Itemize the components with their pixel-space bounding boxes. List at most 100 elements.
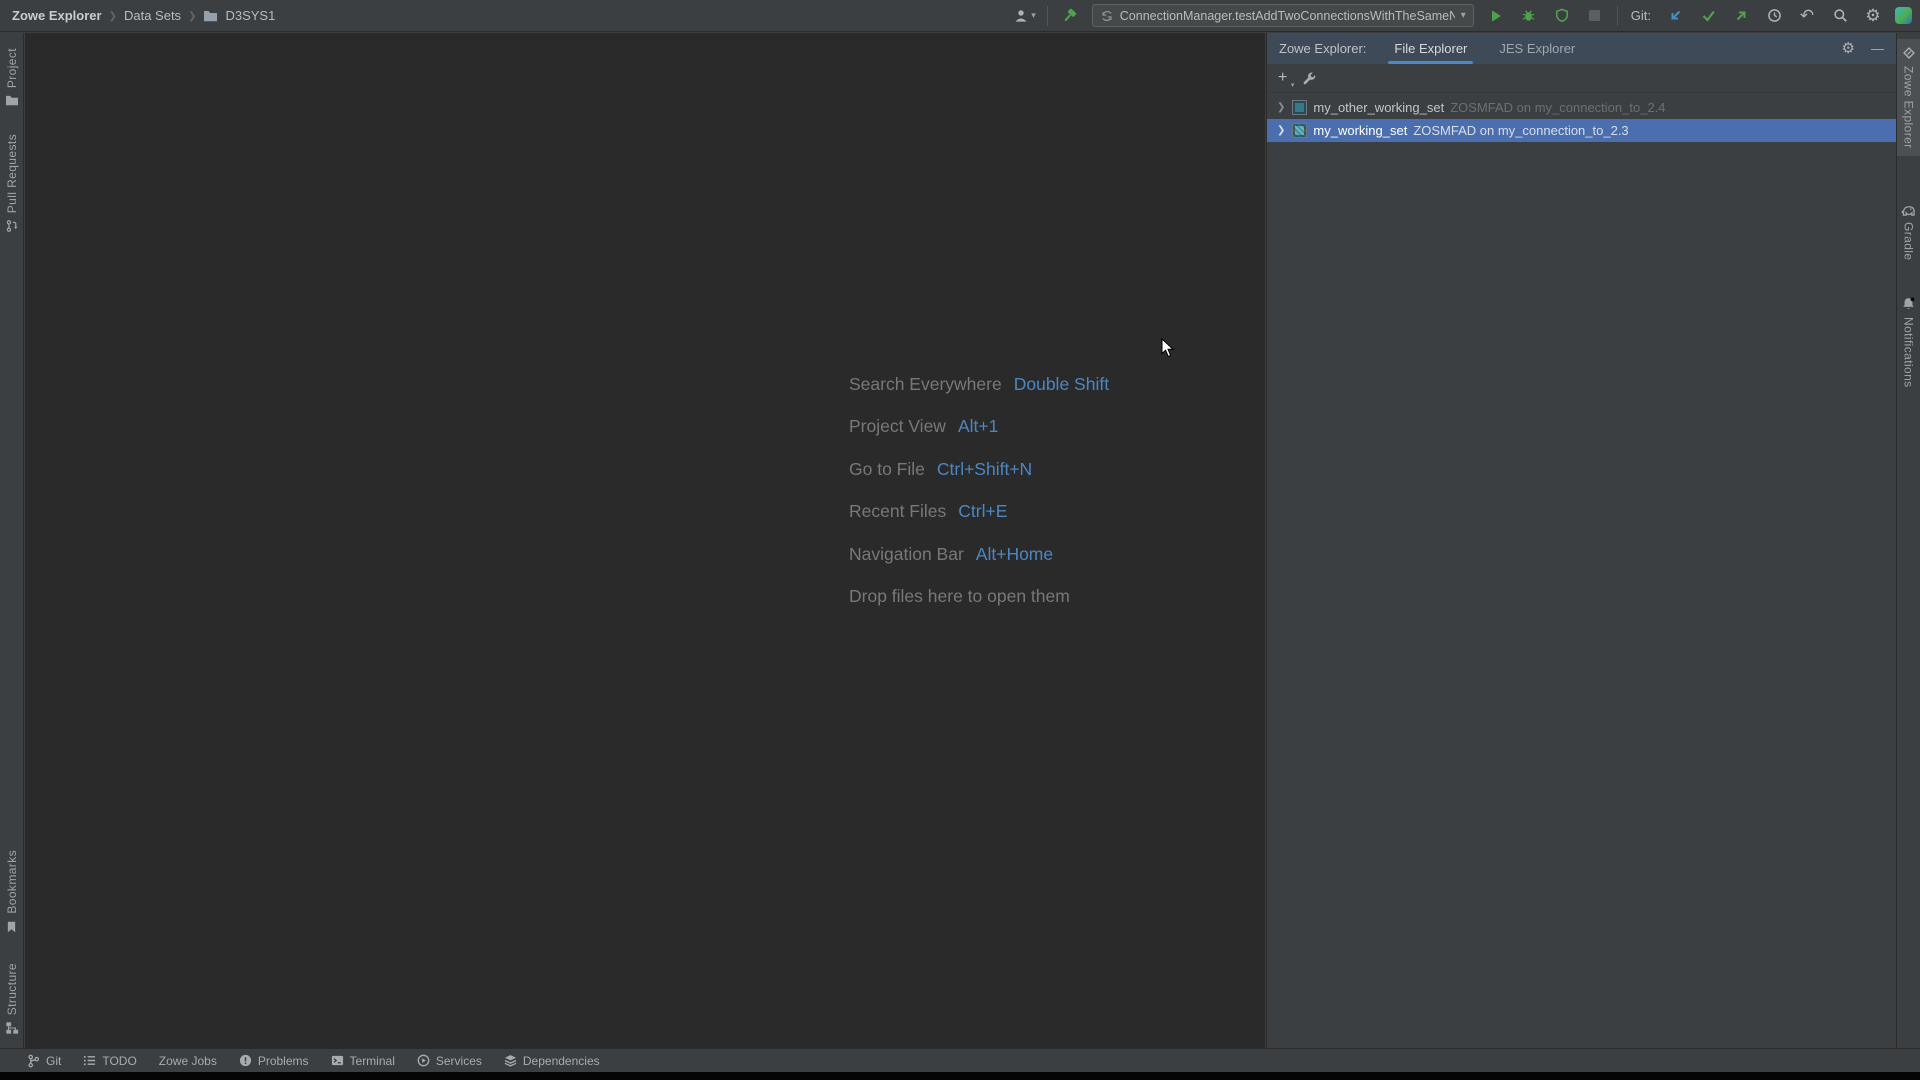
user-icon	[1015, 9, 1027, 22]
sidebar-item-notifications[interactable]: Notifications	[1897, 289, 1920, 395]
bell-icon	[1903, 297, 1915, 309]
expand-chevron-icon[interactable]: ❯	[1277, 102, 1285, 113]
search-everywhere-button[interactable]	[1829, 5, 1851, 27]
structure-icon	[5, 1022, 18, 1034]
tab-jes-explorer[interactable]: JES Explorer	[1497, 33, 1577, 64]
layers-icon	[504, 1055, 517, 1067]
sidebar-item-zowe-explorer[interactable]: Zowe Explorer	[1897, 39, 1920, 156]
git-commit-button[interactable]	[1697, 5, 1719, 27]
bug-icon	[1522, 10, 1535, 21]
edit-config-button[interactable]	[1302, 71, 1317, 86]
working-set-tree: ❯ my_other_working_set ZOSMFAD on my_con…	[1267, 93, 1896, 142]
run-configuration-select[interactable]: ConnectionManager.testAddTwoConnectionsW…	[1091, 4, 1474, 27]
stop-icon	[1589, 10, 1601, 21]
clock-icon	[1767, 9, 1781, 22]
statusbar-item-services[interactable]: Services	[417, 1054, 482, 1068]
zowe-explorer-panel: Zowe Explorer: File Explorer JES Explore…	[1266, 33, 1896, 1048]
add-button[interactable]: + ▾	[1278, 70, 1294, 90]
statusbar-item-zowe-jobs[interactable]: Zowe Jobs	[159, 1054, 217, 1068]
shortcut-keys: Alt+1	[957, 416, 999, 437]
shortcut-keys: Double Shift	[1013, 373, 1110, 394]
pull-request-icon	[6, 220, 17, 233]
check-icon	[1702, 10, 1715, 22]
panel-header: Zowe Explorer: File Explorer JES Explore…	[1267, 33, 1896, 64]
sidebar-item-structure[interactable]: Structure	[0, 956, 23, 1042]
arrow-down-left-icon	[1671, 10, 1680, 20]
services-icon	[417, 1054, 430, 1067]
settings-button[interactable]: ⚙	[1862, 5, 1884, 27]
status-bar: Git TODO Zowe Jobs Problems Terminal Ser…	[0, 1048, 1920, 1072]
run-config-icon	[1102, 10, 1112, 21]
toolbar-actions: ▾ ConnectionManager.testAddTwoConnection…	[1013, 4, 1920, 27]
main-toolbar: Zowe Explorer ❯ Data Sets ❯ D3SYS1 ▾ Con…	[0, 0, 1920, 32]
sidebar-item-bookmarks[interactable]: Bookmarks	[0, 843, 23, 941]
debug-button[interactable]	[1518, 5, 1540, 27]
toolbar-separator	[1616, 5, 1618, 26]
ide-window: Zowe Explorer ❯ Data Sets ❯ D3SYS1 ▾ Con…	[0, 0, 1920, 1080]
minimize-button[interactable]: —	[1871, 42, 1884, 55]
chevron-down-icon: ▾	[1290, 82, 1295, 89]
arrow-up-right-icon	[1736, 11, 1745, 21]
git-label: Git:	[1630, 8, 1651, 23]
chevron-right-icon: ❯	[188, 11, 197, 22]
keyboard-shortcuts-help: Search Everywhere Double Shift Project Vi…	[849, 363, 1109, 618]
breadcrumb-item[interactable]: D3SYS1	[225, 8, 275, 23]
shortcut-label: Recent Files	[849, 501, 947, 522]
git-branch-icon	[28, 1054, 40, 1067]
sidebar-item-gradle[interactable]: Gradle	[1897, 196, 1920, 267]
folder-icon	[5, 96, 18, 106]
statusbar-item-terminal[interactable]: Terminal	[331, 1054, 395, 1068]
expand-chevron-icon[interactable]: ❯	[1277, 125, 1285, 136]
statusbar-item-dependencies[interactable]: Dependencies	[504, 1054, 600, 1068]
sidebar-item-pull-requests[interactable]: Pull Requests	[0, 127, 23, 240]
search-icon	[1833, 9, 1847, 22]
shortcut-label: Navigation Bar	[849, 543, 964, 564]
git-push-button[interactable]	[1730, 5, 1752, 27]
wrench-icon	[1303, 72, 1316, 84]
rollback-button[interactable]: ↶	[1796, 5, 1818, 27]
todo-list-icon	[84, 1056, 96, 1066]
user-profile-button[interactable]: ▾	[1013, 8, 1036, 24]
coverage-shield-icon	[1555, 8, 1568, 23]
window-bottom-strip	[0, 1072, 1920, 1080]
panel-toolbar: + ▾	[1267, 64, 1896, 93]
drop-files-hint: Drop files here to open them	[849, 586, 1070, 607]
tree-row-selected[interactable]: ❯ my_working_set ZOSMFAD on my_connectio…	[1267, 119, 1896, 142]
problems-icon	[239, 1054, 251, 1067]
panel-settings-button[interactable]: ⚙	[1842, 41, 1855, 56]
breadcrumb-root[interactable]: Zowe Explorer	[12, 8, 102, 23]
history-button[interactable]	[1763, 5, 1785, 27]
bookmark-icon	[7, 921, 16, 932]
sidebar-item-project[interactable]: Project	[0, 41, 23, 113]
chevron-down-icon: ▾	[1460, 10, 1466, 21]
chevron-down-icon: ▾	[1031, 10, 1036, 20]
run-button[interactable]	[1485, 5, 1507, 27]
working-set-icon	[1292, 123, 1308, 138]
tab-file-explorer[interactable]: File Explorer	[1388, 33, 1474, 64]
statusbar-item-todo[interactable]: TODO	[83, 1054, 137, 1068]
stop-button	[1584, 5, 1606, 27]
statusbar-item-git[interactable]: Git	[27, 1054, 61, 1068]
shortcut-keys: Alt+Home	[975, 543, 1054, 564]
breadcrumb: Zowe Explorer ❯ Data Sets ❯ D3SYS1	[0, 8, 275, 23]
shortcut-keys: Ctrl+E	[958, 501, 1008, 522]
chevron-right-icon: ❯	[108, 11, 117, 22]
shortcut-label: Search Everywhere	[849, 373, 1002, 394]
terminal-icon	[331, 1055, 343, 1066]
hammer-icon	[1064, 8, 1077, 21]
tree-row[interactable]: ❯ my_other_working_set ZOSMFAD on my_con…	[1267, 96, 1896, 119]
statusbar-item-problems[interactable]: Problems	[239, 1054, 309, 1068]
code-with-me-icon[interactable]	[1895, 7, 1912, 24]
breadcrumb-section[interactable]: Data Sets	[124, 8, 181, 23]
run-with-coverage-button[interactable]	[1551, 5, 1573, 27]
panel-title: Zowe Explorer:	[1279, 41, 1367, 56]
left-tool-stripe: Project Pull Requests Bookmarks Structur…	[0, 33, 24, 1048]
shortcut-label: Go to File	[849, 458, 925, 479]
working-set-icon	[1292, 100, 1308, 115]
git-update-button[interactable]	[1664, 5, 1686, 27]
build-button[interactable]	[1059, 5, 1081, 27]
editor-empty-area: Search Everywhere Double Shift Project Vi…	[25, 33, 1265, 1048]
gradle-elephant-icon	[1901, 205, 1915, 216]
right-tool-stripe: Zowe Explorer Gradle Notifications	[1896, 33, 1920, 1048]
zowe-icon	[1902, 47, 1915, 59]
